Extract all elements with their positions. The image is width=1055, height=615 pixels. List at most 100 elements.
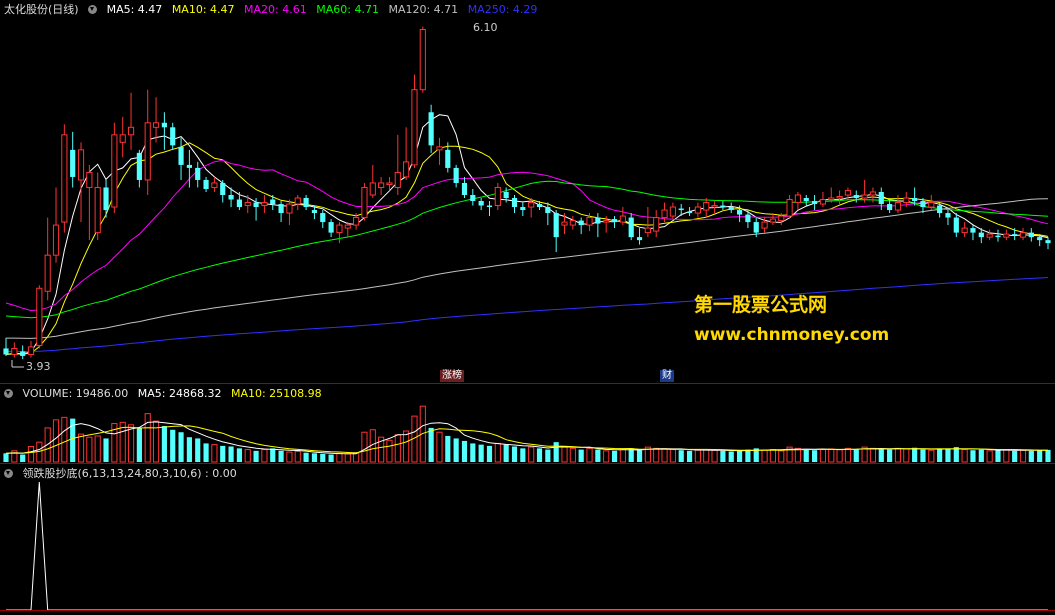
volume-bar <box>545 449 551 462</box>
volume-bar <box>578 449 584 462</box>
volume-bar <box>3 453 9 462</box>
candle <box>945 210 951 226</box>
candle-body <box>1045 240 1051 244</box>
candle <box>136 149 142 188</box>
candle-body <box>669 206 676 217</box>
volume-bar <box>561 446 568 463</box>
candle <box>703 198 710 218</box>
volume-bar <box>61 416 68 463</box>
volume-bar <box>436 431 443 463</box>
candle-body <box>995 235 1001 238</box>
volume-bar <box>27 446 35 463</box>
candle-body <box>52 224 60 256</box>
price-chart[interactable]: 6.10 3.93 <box>0 0 1055 383</box>
candle-body <box>778 215 785 222</box>
candle-body <box>520 207 526 211</box>
candle <box>220 179 226 203</box>
candle <box>211 176 218 192</box>
candle <box>178 137 184 180</box>
volume-bar <box>203 443 209 462</box>
volume-bar <box>836 449 843 463</box>
volume-bar <box>394 434 401 463</box>
tag-cai[interactable]: 财 <box>660 370 674 382</box>
candle <box>294 195 301 211</box>
candle <box>653 210 660 238</box>
candle-body <box>711 205 718 208</box>
candle-body <box>419 29 426 91</box>
candle-body <box>661 209 668 219</box>
indicator-chart[interactable] <box>0 464 1055 615</box>
candle-body <box>286 203 293 214</box>
volume-bar <box>903 448 910 463</box>
candle-body <box>728 207 734 211</box>
candle-body <box>803 198 809 202</box>
candle <box>836 190 843 205</box>
candle <box>728 202 734 214</box>
volume-bar <box>303 452 309 462</box>
candle <box>578 217 584 235</box>
candle <box>411 74 418 168</box>
candle-body <box>761 221 768 229</box>
volume-bar <box>470 443 476 462</box>
candle-body <box>178 146 184 165</box>
candle <box>261 195 268 214</box>
volume-bar <box>703 449 710 463</box>
candle-body <box>619 215 626 223</box>
volume-bar <box>1003 449 1010 463</box>
candle <box>644 207 651 238</box>
volume-bar <box>528 446 535 463</box>
candle-body <box>686 211 693 214</box>
volume-bar <box>1019 449 1027 463</box>
candle <box>669 202 676 220</box>
candle-body <box>745 214 751 223</box>
candle <box>520 202 526 217</box>
candle <box>786 195 793 220</box>
volume-bar <box>178 432 184 462</box>
candle <box>986 229 993 241</box>
volume-bar <box>77 433 85 463</box>
volume-bar <box>628 448 634 462</box>
candle <box>361 182 368 221</box>
candle-body <box>152 122 160 128</box>
candle-body <box>861 194 868 199</box>
candle-body <box>328 222 334 233</box>
candle <box>878 187 884 211</box>
candle-body <box>195 167 201 180</box>
candle <box>511 195 518 214</box>
candle <box>470 188 476 206</box>
volume-bar <box>853 449 859 462</box>
volume-bar <box>152 420 160 463</box>
candle-body <box>836 196 843 199</box>
candle <box>236 191 242 211</box>
candle <box>278 201 284 223</box>
volume-bar <box>812 450 818 462</box>
candle-body <box>769 218 776 223</box>
candle-body <box>978 232 984 238</box>
candle-body <box>394 171 401 188</box>
candle <box>144 89 151 195</box>
tag-zhangbang[interactable]: 涨榜 <box>440 370 464 382</box>
volume-chart[interactable] <box>0 384 1055 463</box>
candle-body <box>361 186 368 219</box>
volume-bar <box>52 419 60 463</box>
candle <box>478 198 484 211</box>
candle <box>711 201 718 214</box>
candle-body <box>569 220 576 226</box>
volume-bar <box>844 447 852 463</box>
candle <box>953 213 959 238</box>
candle <box>595 213 601 238</box>
volume-bar <box>428 427 434 462</box>
candle-body <box>303 198 309 208</box>
candle-body <box>228 195 234 200</box>
ma250-line <box>6 277 1049 352</box>
volume-bar <box>794 447 802 463</box>
candle <box>119 116 126 158</box>
candle <box>127 92 135 150</box>
volume-bar <box>1037 449 1043 462</box>
volume-bar <box>728 451 734 462</box>
candle-body <box>3 348 9 355</box>
volume-bar <box>1028 450 1034 462</box>
candle <box>720 201 726 211</box>
volume-bar <box>344 453 351 463</box>
volume-bar <box>869 447 877 463</box>
